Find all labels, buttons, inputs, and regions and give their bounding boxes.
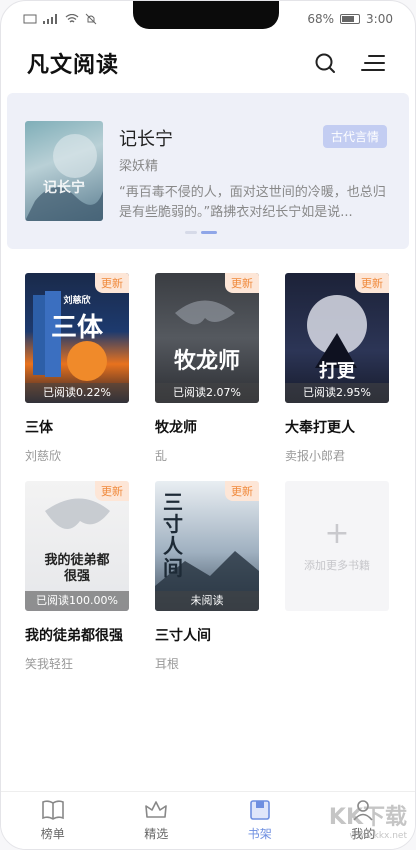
book-icon (41, 800, 64, 820)
book-title[interactable]: 牧龙师 (155, 417, 259, 437)
cover-title: 打更 (319, 361, 355, 382)
cover-title: 我的徒弟都很强 (44, 553, 110, 584)
update-badge: 更新 (225, 481, 259, 501)
user-icon (353, 800, 373, 821)
book-title[interactable]: 三寸人间 (155, 625, 259, 645)
cover-title: 牧龙师 (173, 348, 240, 374)
banner-cover-title: 记长宁 (43, 180, 85, 196)
nav-profile[interactable]: 我的 (312, 792, 416, 849)
add-book-label: 添加更多书籍 (304, 559, 370, 572)
menu-icon (361, 55, 385, 71)
mute-icon (85, 13, 97, 25)
bookshelf-item[interactable]: 我的徒弟都很强 更新 已阅读100.00% 我的徒弟都很强 笑我轻狂 (25, 481, 129, 672)
genre-tag[interactable]: 古代言情 (322, 125, 387, 148)
nav-label: 榜单 (40, 827, 65, 841)
battery-icon (340, 14, 361, 24)
cover-author: 刘慈欣 (63, 296, 91, 306)
book-cover[interactable]: 我的徒弟都很强 更新 已阅读100.00% (25, 481, 129, 611)
book-cover[interactable]: 三寸人间 更新 未阅读 (155, 481, 259, 611)
book-title[interactable]: 三体 (25, 417, 129, 437)
book-author: 刘慈欣 (25, 449, 62, 463)
carousel-dot[interactable] (185, 231, 197, 234)
book-author: 笑我轻狂 (25, 657, 74, 671)
read-progress: 已阅读100.00% (25, 591, 129, 611)
read-progress: 已阅读2.07% (155, 383, 259, 403)
wifi-icon (65, 14, 79, 23)
banner-book-cover[interactable]: 记长宁 (25, 121, 103, 221)
book-title[interactable]: 大奉打更人 (285, 417, 389, 437)
book-title[interactable]: 我的徒弟都很强 (25, 625, 129, 645)
nav-label: 书架 (247, 827, 272, 841)
crown-icon (145, 801, 168, 818)
banner-book-author: 梁妖精 (119, 159, 159, 174)
banner-book-title[interactable]: 记长宁 (119, 125, 173, 151)
read-progress: 已阅读0.22% (25, 383, 129, 403)
carousel-indicator (185, 231, 217, 234)
status-left (23, 13, 97, 25)
update-badge: 更新 (95, 273, 129, 293)
status-right: 68% 3:00 (307, 12, 393, 26)
update-badge: 更新 (95, 481, 129, 501)
plus-icon: + (324, 516, 350, 551)
nav-label: 我的 (351, 827, 376, 841)
bookshelf-item[interactable]: 三体 刘慈欣 更新 已阅读0.22% 三体 刘慈欣 (25, 273, 129, 464)
battery-percent: 68% (307, 12, 335, 26)
nav-featured[interactable]: 精选 (105, 792, 209, 849)
clock: 3:00 (366, 12, 393, 26)
featured-banner[interactable]: 记长宁 记长宁 古代言情 梁妖精 “再百毒不侵的人，面对这世间的冷暖，也总归是有… (7, 93, 409, 249)
banner-book-description: “再百毒不侵的人，面对这世间的冷暖，也总归是有些脆弱的。”路拂衣对纪长宁如是说.… (119, 185, 386, 220)
update-badge: 更新 (225, 273, 259, 293)
update-badge: 更新 (355, 273, 389, 293)
menu-button[interactable] (357, 47, 389, 79)
nav-bookshelf[interactable]: 书架 (208, 792, 312, 849)
app-title: 凡文阅读 (27, 53, 120, 78)
add-book-button[interactable]: + 添加更多书籍 (285, 481, 389, 611)
cover-title: 三体 (50, 313, 103, 343)
nav-ranking[interactable]: 榜单 (1, 792, 105, 849)
status-bar: 68% 3:00 (1, 1, 415, 37)
cover-title: 三寸人间 (163, 490, 183, 580)
search-button[interactable] (309, 47, 341, 79)
banner-cover-art (25, 134, 103, 221)
book-cover[interactable]: 三体 刘慈欣 更新 已阅读0.22% (25, 273, 129, 403)
phone-screen: 68% 3:00 凡文阅读 记长宁 记长宁 古代言情 梁妖精 “再百毒不侵的人，… (0, 0, 416, 850)
carousel-dot-active[interactable] (201, 231, 217, 234)
book-cover[interactable]: 牧龙师 更新 已阅读2.07% (155, 273, 259, 403)
sim-icon (23, 14, 37, 24)
book-author: 耳根 (155, 657, 180, 671)
app-header: 凡文阅读 (1, 41, 415, 85)
signal-icon (43, 14, 57, 24)
nav-label: 精选 (144, 827, 169, 841)
read-progress: 未阅读 (155, 591, 259, 611)
bookshelf-item[interactable]: 打更 更新 已阅读2.95% 大奉打更人 卖报小郎君 (285, 273, 389, 464)
read-progress: 已阅读2.95% (285, 383, 389, 403)
book-cover[interactable]: 打更 更新 已阅读2.95% (285, 273, 389, 403)
book-author: 乱 (155, 449, 168, 463)
bookshelf-item[interactable]: 牧龙师 更新 已阅读2.07% 牧龙师 乱 (155, 273, 259, 464)
search-icon (315, 53, 335, 73)
bottom-nav: 榜单 精选 书架 我的 (1, 791, 415, 849)
bookshelf-icon (249, 800, 270, 820)
bookshelf-item[interactable]: 三寸人间 更新 未阅读 三寸人间 耳根 (155, 481, 259, 672)
book-author: 卖报小郎君 (285, 449, 346, 463)
